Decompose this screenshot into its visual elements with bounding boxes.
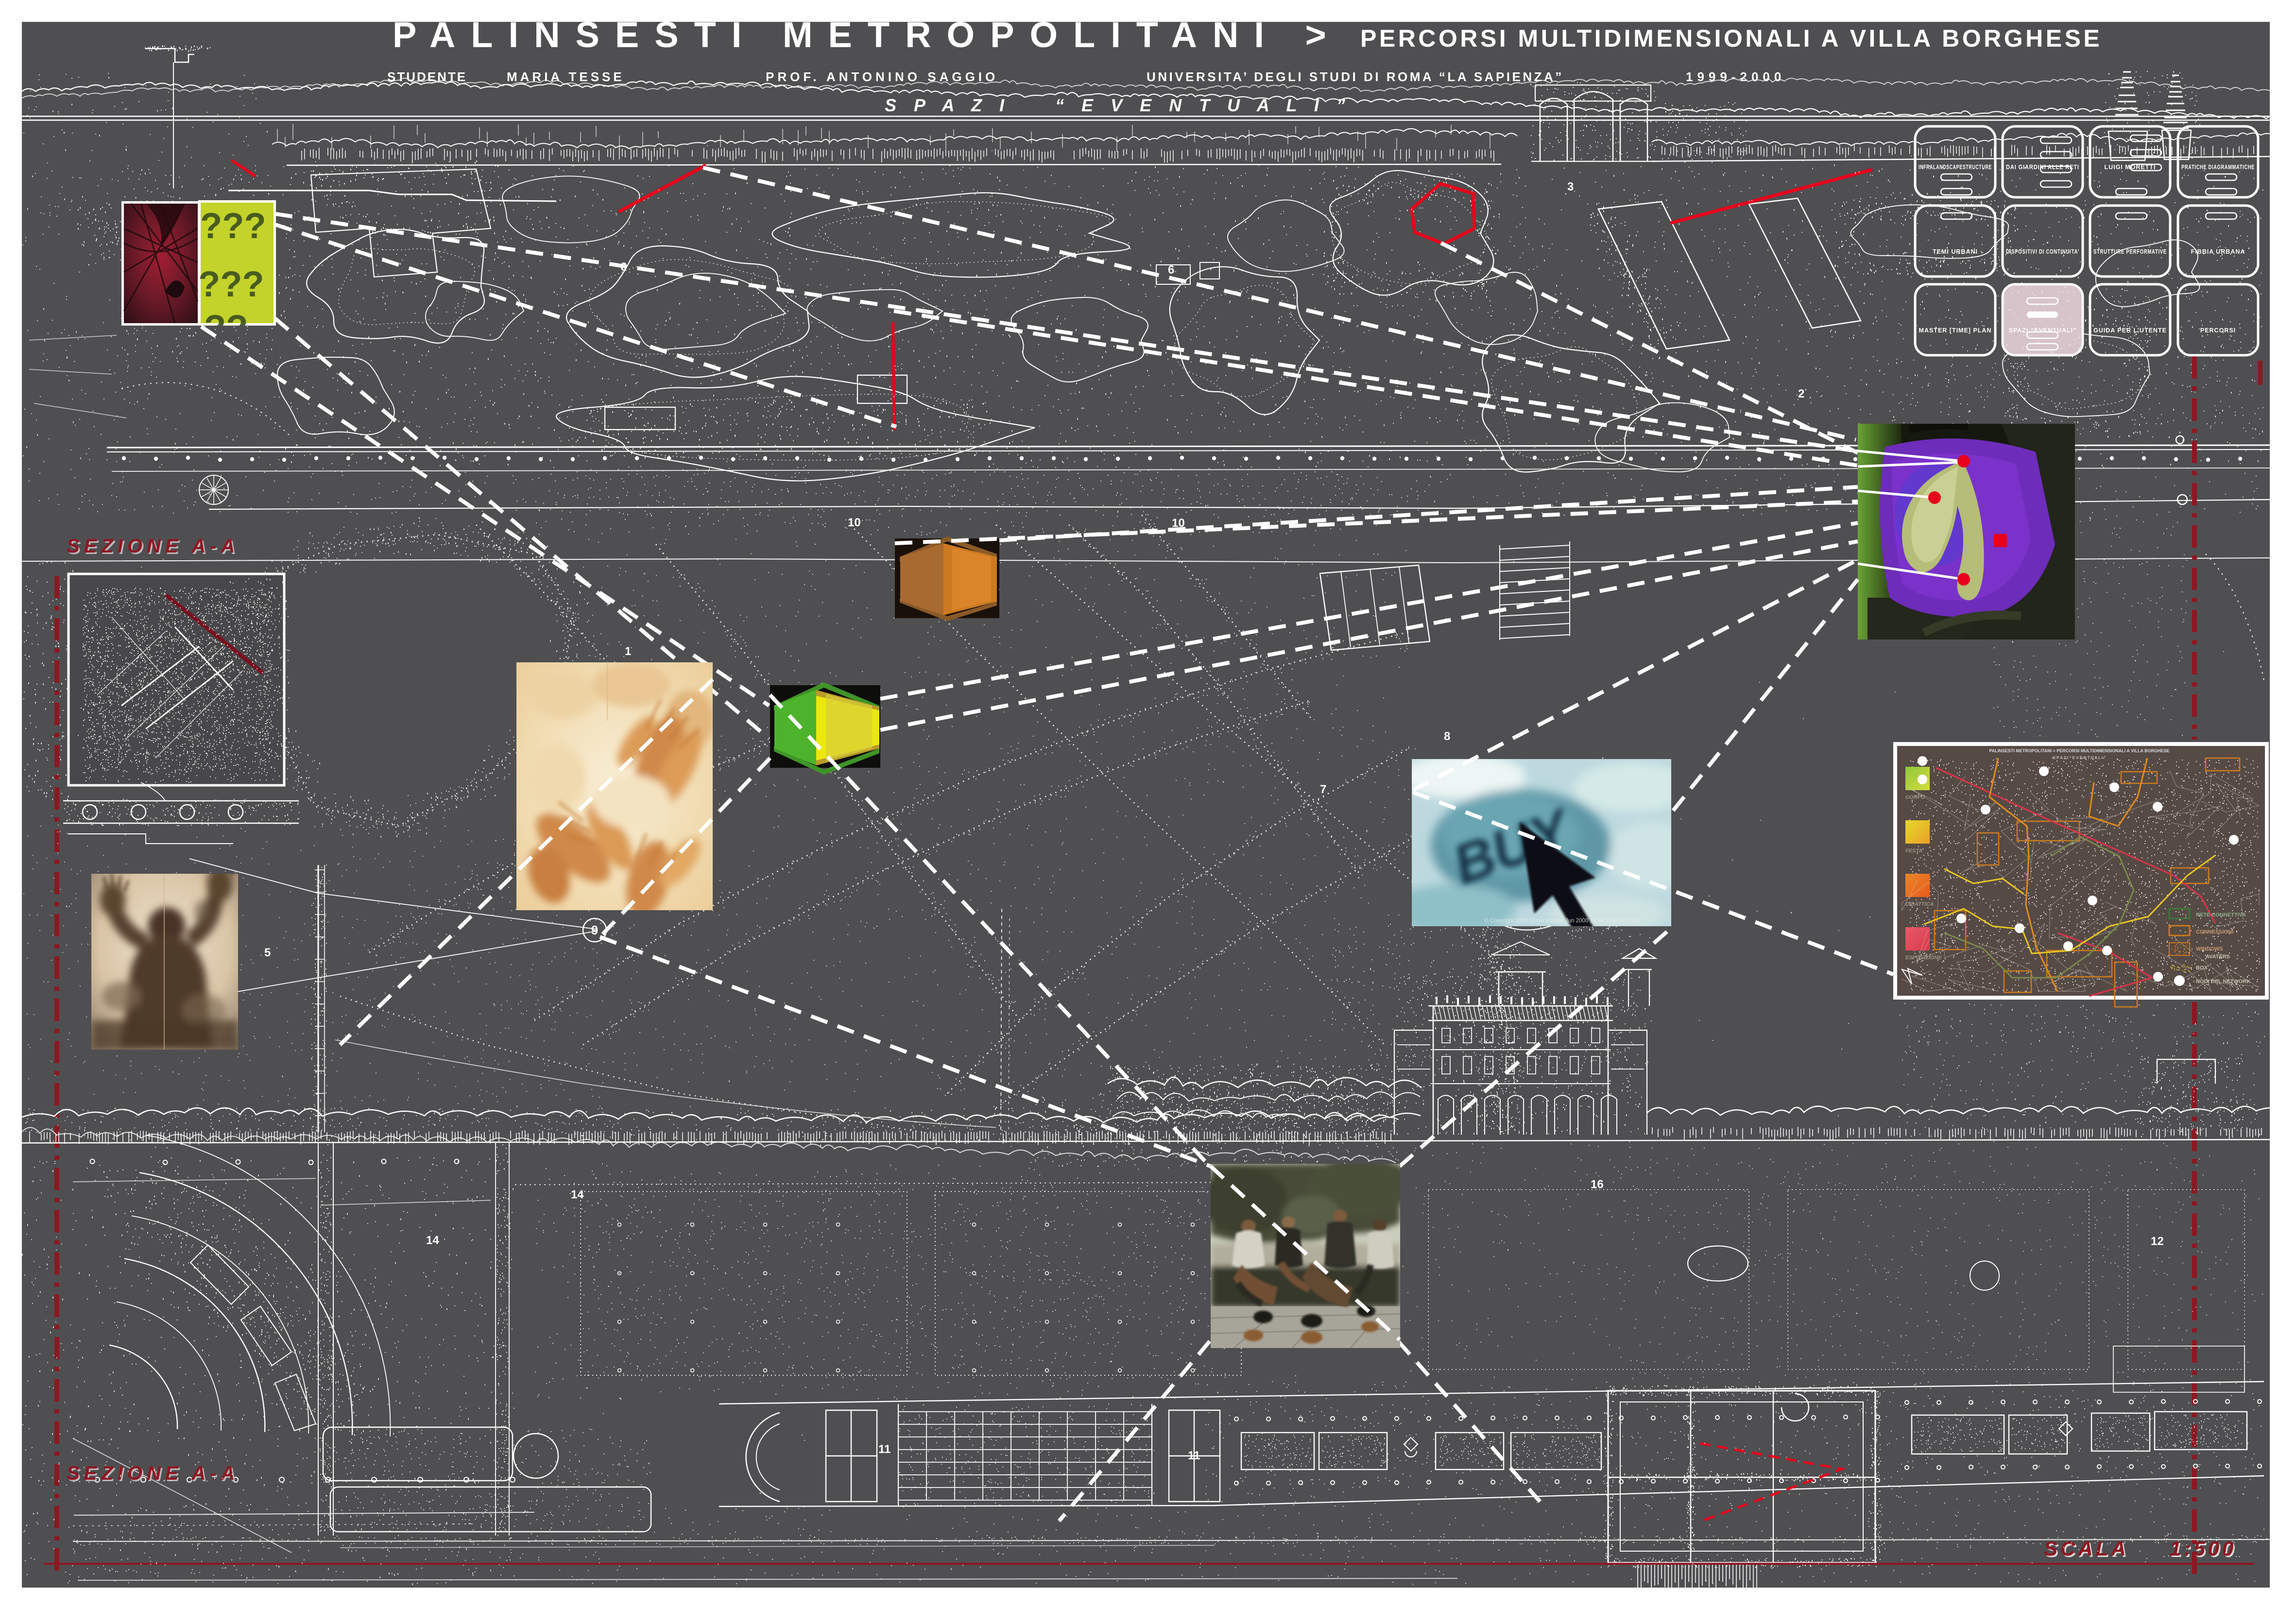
svg-text:11: 11 xyxy=(878,1443,891,1456)
svg-text:6: 6 xyxy=(1168,263,1174,277)
svg-text:SPAZI “EVENTUALI”: SPAZI “EVENTUALI” xyxy=(2009,327,2077,334)
svg-text:TEMI URBANI: TEMI URBANI xyxy=(1933,248,1978,255)
svg-text:CORPO: CORPO xyxy=(1905,795,1925,800)
svg-text:AVATARS: AVATARS xyxy=(2206,954,2230,960)
svg-text:12: 12 xyxy=(2151,1235,2164,1248)
svg-text:7: 7 xyxy=(1320,783,1326,796)
svg-text:3: 3 xyxy=(1567,180,1574,193)
svg-text:S P A Z I “ E V E N T U A L: S P A Z I “ E V E N T U A L I ” xyxy=(885,95,1352,115)
svg-text:DISPOSITIVI DI CONTINUITA’: DISPOSITIVI DI CONTINUITA’ xyxy=(2006,248,2079,255)
svg-text:2: 2 xyxy=(1798,387,1804,400)
svg-text:8: 8 xyxy=(1444,730,1450,743)
svg-text:1: 1 xyxy=(625,645,631,658)
svg-text:WINDOWS: WINDOWS xyxy=(2196,946,2223,952)
svg-text:MARIA TESSE: MARIA TESSE xyxy=(507,69,625,84)
svg-text:STUDENTE: STUDENTE xyxy=(387,69,467,84)
svg-text:INFRALANDSCAPESTRUCTURE: INFRALANDSCAPESTRUCTURE xyxy=(1919,164,1992,171)
svg-text:DAI GIARDINI ALLE RETI: DAI GIARDINI ALLE RETI xyxy=(2006,164,2079,171)
svg-text:RETE CONNETTIVA: RETE CONNETTIVA xyxy=(2196,912,2246,918)
svg-text:14: 14 xyxy=(571,1188,584,1201)
svg-text:DIDATTICA: DIDATTICA xyxy=(1905,901,1934,907)
svg-text:5: 5 xyxy=(264,946,271,959)
svg-text:PALINSESTI METROPOLITANI > PER: PALINSESTI METROPOLITANI > PERCORSI MULT… xyxy=(1989,748,2169,753)
svg-text:CONNESSIONI: CONNESSIONI xyxy=(2196,929,2233,935)
svg-text:9: 9 xyxy=(591,923,598,937)
svg-text:1:500: 1:500 xyxy=(2170,1537,2236,1560)
svg-text:SEZIONE A-A: SEZIONE A-A xyxy=(67,536,239,557)
svg-text:FIBBIA URBANA: FIBBIA URBANA xyxy=(2191,248,2245,255)
svg-text:1999-2000: 1999-2000 xyxy=(1686,69,1785,84)
svg-text:16: 16 xyxy=(1591,1178,1604,1191)
svg-text:PERCORSI MULTIDIMENSIONALI A V: PERCORSI MULTIDIMENSIONALI A VILLA BORGH… xyxy=(1360,25,2102,52)
svg-text:PALINSESTI METROPOLITANI >: PALINSESTI METROPOLITANI > xyxy=(393,15,1342,55)
svg-text:PROF. ANTONINO SAGGIO: PROF. ANTONINO SAGGIO xyxy=(766,69,998,84)
svg-text:STRUTTURE PERFORMATIVE: STRUTTURE PERFORMATIVE xyxy=(2093,248,2167,255)
svg-text:???: ??? xyxy=(200,206,266,246)
svg-text:???: ??? xyxy=(198,264,264,304)
svg-text:NODI DEL NETWORK: NODI DEL NETWORK xyxy=(2196,979,2250,985)
svg-text:PRATICHE DIAGRAMMATICHE: PRATICHE DIAGRAMMATICHE xyxy=(2181,164,2255,171)
svg-text:SEZIONE A-A: SEZIONE A-A xyxy=(67,1463,239,1484)
svg-text:BOX: BOX xyxy=(2196,965,2208,971)
svg-text:FESTA: FESTA xyxy=(1905,848,1922,854)
svg-text:© Copyright 2000 Stone Images: © Copyright 2000 Stone Images Jun 2000 1… xyxy=(1484,918,1640,924)
svg-text:UNIVERSITA’ DEGLI STUDI DI ROM: UNIVERSITA’ DEGLI STUDI DI ROMA “LA SAPI… xyxy=(1147,69,1564,84)
svg-text:MASTER [TIME] PLAN: MASTER [TIME] PLAN xyxy=(1919,327,1992,334)
svg-text:GUIDA PER L’UTENTE: GUIDA PER L’UTENTE xyxy=(2093,327,2167,334)
svg-text:S P A Z I “ E V E N T U A L: S P A Z I “ E V E N T U A L I ” xyxy=(2053,756,2106,760)
svg-text:14: 14 xyxy=(426,1234,439,1247)
svg-text:PERCORSI: PERCORSI xyxy=(2200,327,2236,334)
